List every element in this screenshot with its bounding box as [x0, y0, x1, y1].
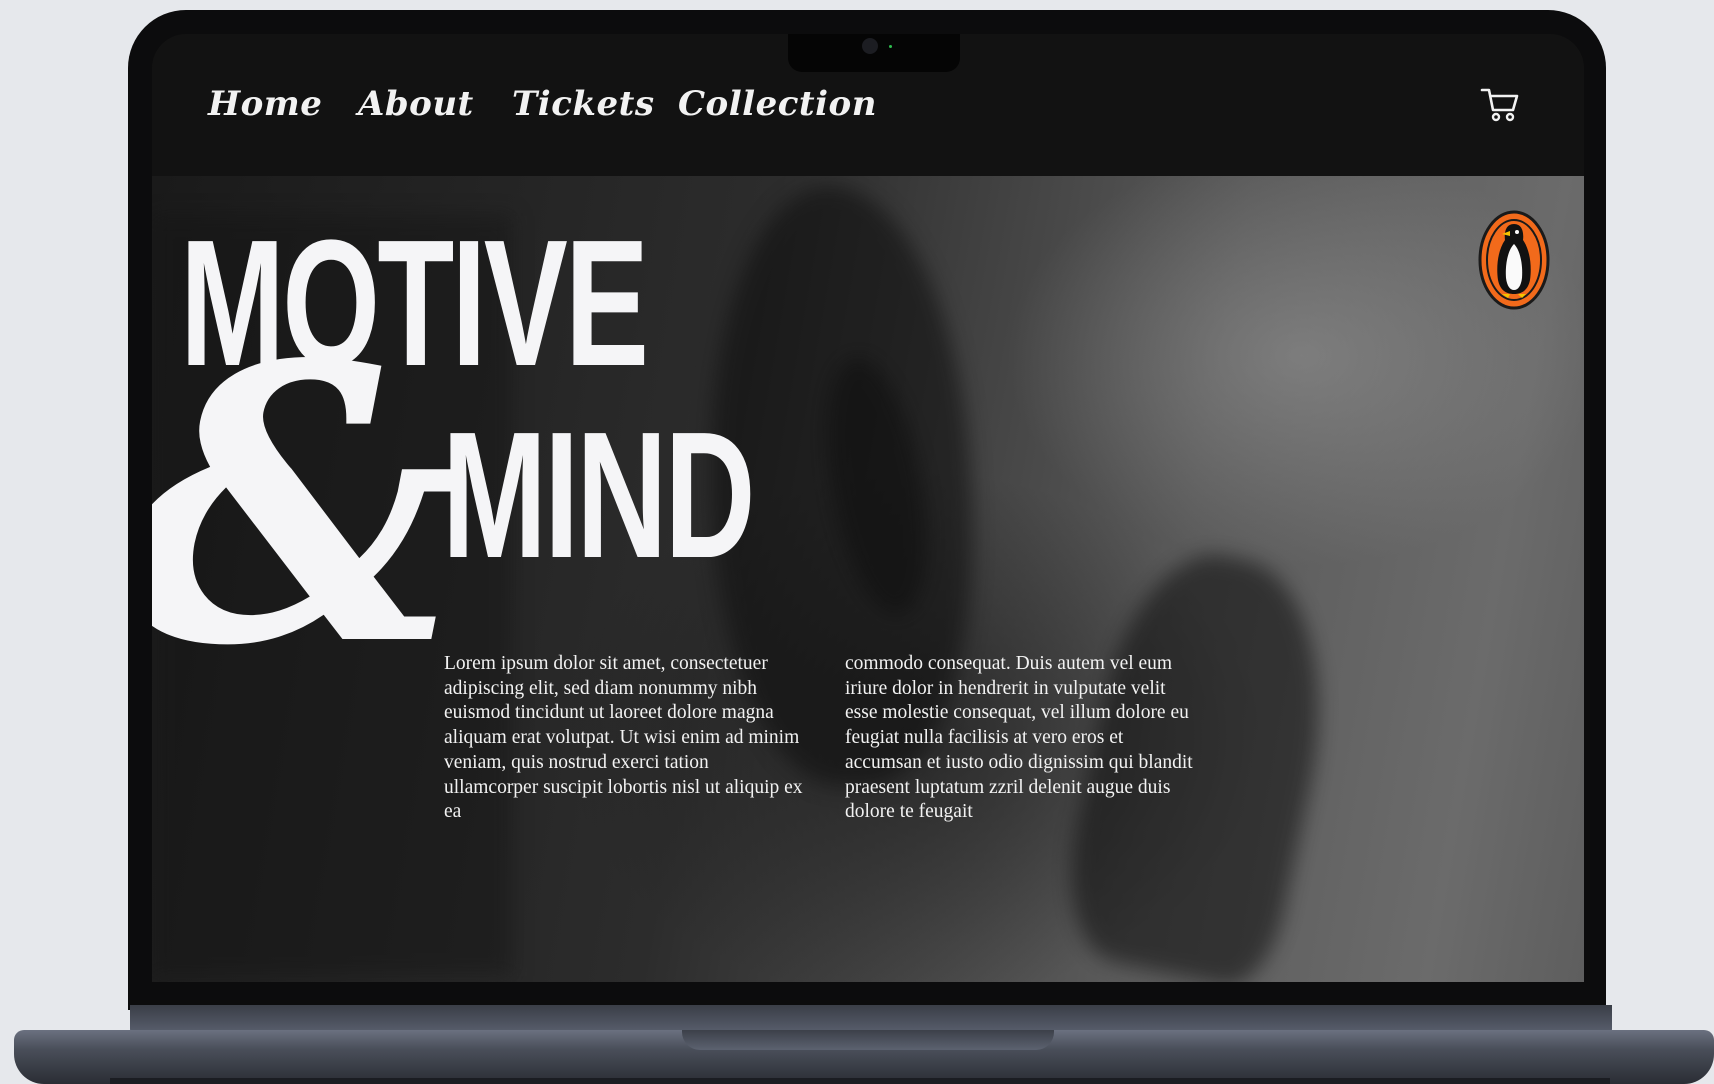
hero-title-mind: MIND — [442, 395, 756, 596]
camera-indicator-light — [889, 45, 892, 48]
laptop-opening-notch — [682, 1030, 1054, 1050]
nav-collection-link[interactable]: Collection — [678, 84, 877, 124]
hero-body-column-1: Lorem ipsum dolor sit amet, consectetuer… — [444, 653, 803, 823]
hero-banner: MOTIVE & MIND Lorem ipsum dolor sit amet… — [152, 176, 1584, 982]
nav-about-link[interactable]: About — [358, 84, 474, 124]
laptop-base-shadow — [110, 1078, 1610, 1084]
nav-tickets-link[interactable]: Tickets — [512, 84, 654, 124]
webcam-icon — [862, 38, 878, 54]
laptop-screen: Home About Tickets Collection MOTIVE & M… — [152, 34, 1584, 982]
penguin-logo-icon[interactable] — [1478, 210, 1550, 310]
hero-ampersand: & — [152, 282, 466, 729]
shopping-cart-icon[interactable] — [1480, 86, 1520, 124]
nav-home-link[interactable]: Home — [208, 84, 322, 124]
hero-body-column-2: commodo consequat. Duis autem vel eum ir… — [845, 653, 1193, 823]
